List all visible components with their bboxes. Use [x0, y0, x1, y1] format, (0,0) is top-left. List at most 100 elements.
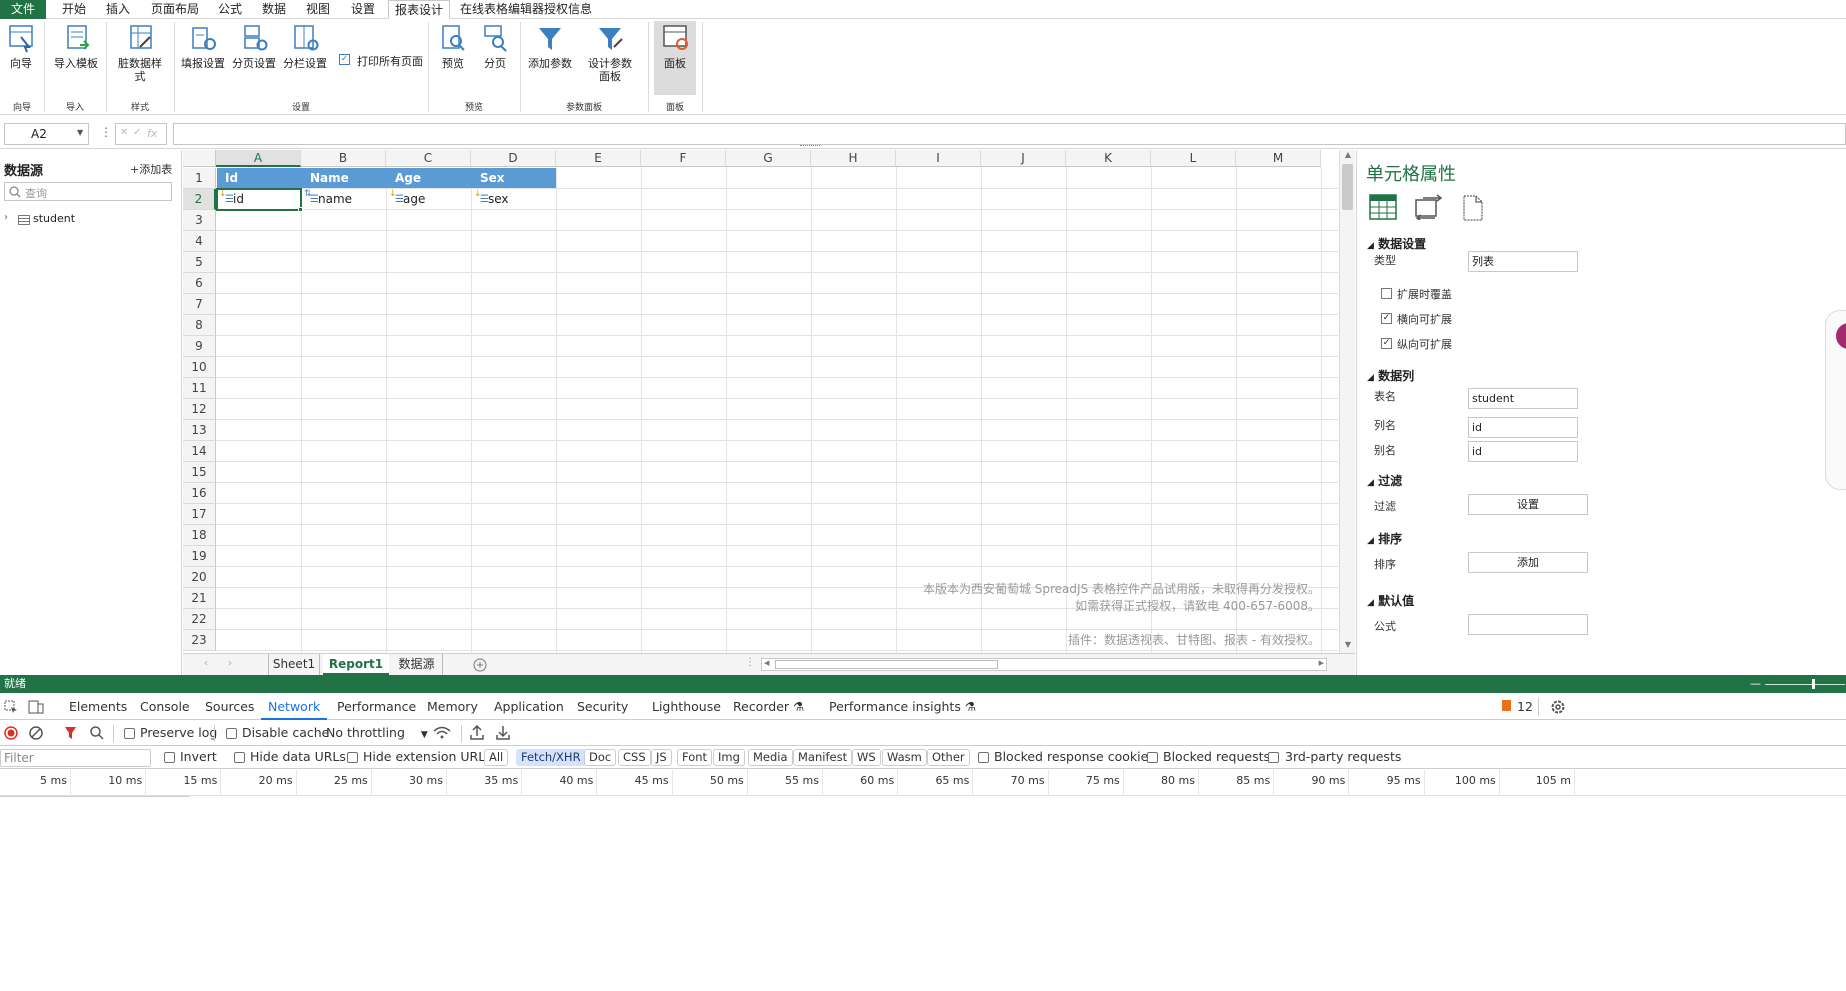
tab-file[interactable]: 文件 [0, 0, 46, 19]
issues-flag-icon[interactable] [1502, 700, 1511, 711]
vertical-scroll-thumb[interactable] [1342, 164, 1353, 210]
tab-insert[interactable]: 插入 [98, 0, 138, 19]
row-header-2[interactable]: 2 [183, 189, 216, 210]
filter-icon[interactable] [64, 726, 77, 740]
prev-sheet-icon[interactable]: ‹ [204, 658, 208, 669]
hide-data-urls-checkbox[interactable] [234, 752, 245, 763]
tab-splitter-handle[interactable]: ⋮ [745, 657, 755, 668]
issues-count[interactable]: 12 [1517, 699, 1533, 714]
blocked-response-cookies-checkbox[interactable] [978, 752, 989, 763]
cell-B1[interactable]: Name [302, 168, 387, 188]
column-header-I[interactable]: I [896, 150, 981, 167]
devtools-tab-recorder[interactable]: Recorder ⚗ [733, 694, 804, 720]
row-header-17[interactable]: 17 [183, 504, 216, 525]
sheet-tab-datasource[interactable]: 数据源 [391, 654, 443, 675]
column-header-A[interactable]: A [216, 150, 301, 167]
checkbox-horizontal-expand[interactable]: ✓ [1381, 313, 1392, 324]
column-header-H[interactable]: H [811, 150, 896, 167]
checkbox-overwrite-on-expand[interactable] [1381, 288, 1392, 299]
filter-settings-button[interactable]: 设置 [1468, 494, 1588, 515]
type-filter-all[interactable]: All [484, 749, 509, 766]
throttling-select[interactable]: No throttling ▼ [326, 725, 428, 740]
row-header-22[interactable]: 22 [183, 609, 216, 630]
network-timeline-overview[interactable]: 5 ms 10 ms 15 ms 20 ms 25 ms 30 ms 35 ms 40 ms 4… [0, 770, 1846, 796]
row-header-19[interactable]: 19 [183, 546, 216, 567]
cell-C1[interactable]: Age [387, 168, 472, 188]
row-header-12[interactable]: 12 [183, 399, 216, 420]
devtools-tab-lighthouse[interactable]: Lighthouse [652, 694, 721, 720]
page-settings-button[interactable]: 分页设置 [231, 23, 277, 70]
devtools-tab-elements[interactable]: Elements [69, 694, 127, 720]
type-filter-img[interactable]: Img [713, 749, 745, 766]
column-header-L[interactable]: L [1151, 150, 1236, 167]
type-filter-manifest[interactable]: Manifest [793, 749, 853, 766]
devtools-tab-performance[interactable]: Performance [337, 694, 416, 720]
devtools-tab-application[interactable]: Application [494, 694, 564, 720]
cell-D1[interactable]: Sex [472, 168, 556, 188]
spreadsheet-grid[interactable]: ABCDEFGHIJKLM 1 2 3 4 5 6 7 8 9 10 11 12 13 14 15 16 17 1… [183, 150, 1338, 653]
type-filter-css[interactable]: CSS [618, 749, 651, 766]
column-name-input[interactable]: id [1468, 417, 1578, 438]
import-har-icon[interactable] [470, 725, 484, 741]
devtools-tab-performance-insights[interactable]: Performance insights ⚗ [829, 694, 976, 720]
blocked-requests-checkbox[interactable] [1147, 752, 1158, 763]
device-toolbar-icon[interactable] [28, 700, 44, 714]
devtools-tab-security[interactable]: Security [577, 694, 628, 720]
wizard-button[interactable]: 向导 [4, 23, 38, 70]
gear-icon[interactable] [1550, 699, 1566, 715]
more-options-icon[interactable]: ⋮ [100, 125, 112, 139]
column-header-D[interactable]: D [471, 150, 556, 167]
horizontal-scrollbar[interactable]: ◀ ▶ [761, 658, 1327, 671]
section-default[interactable]: ◢ 默认值 [1367, 592, 1414, 609]
sheet-tab-report1[interactable]: Report1 [323, 654, 389, 675]
type-filter-media[interactable]: Media [748, 749, 793, 766]
scroll-down-icon[interactable]: ▼ [1341, 640, 1355, 652]
row-header-15[interactable]: 15 [183, 462, 216, 483]
checkbox-vertical-expand[interactable]: ✓ [1381, 338, 1392, 349]
fx-icon[interactable]: fx [147, 127, 157, 140]
type-select[interactable]: 列表 [1468, 251, 1578, 272]
tab-view[interactable]: 视图 [298, 0, 338, 19]
preview-button[interactable]: 预览 [436, 23, 470, 70]
row-header-10[interactable]: 10 [183, 357, 216, 378]
row-header-8[interactable]: 8 [183, 315, 216, 336]
name-box[interactable]: A2 ▼ [4, 123, 89, 145]
invert-checkbox[interactable] [164, 752, 175, 763]
section-data-settings[interactable]: ◢ 数据设置 [1367, 235, 1426, 252]
type-filter-fetch-xhr[interactable]: Fetch/XHR [516, 749, 586, 766]
print-all-checkbox[interactable]: ✓ [339, 54, 350, 65]
cell-A1[interactable]: Id [217, 168, 302, 188]
row-header-7[interactable]: 7 [183, 294, 216, 315]
tab-home[interactable]: 开始 [52, 0, 96, 19]
section-sort[interactable]: ◢ 排序 [1367, 530, 1402, 547]
column-header-K[interactable]: K [1066, 150, 1151, 167]
swap-arrows-icon[interactable] [1413, 194, 1445, 220]
devtools-tab-memory[interactable]: Memory [427, 694, 478, 720]
tree-item-student[interactable]: › student [4, 212, 174, 228]
formula-input[interactable] [173, 123, 1846, 145]
tab-settings[interactable]: 设置 [342, 0, 384, 19]
row-header-6[interactable]: 6 [183, 273, 216, 294]
preserve-log-checkbox[interactable] [124, 728, 135, 739]
dirty-style-button[interactable]: 脏数据样式 [114, 23, 166, 83]
column-header-E[interactable]: E [556, 150, 641, 167]
export-har-icon[interactable] [496, 725, 510, 741]
tab-license-info[interactable]: 在线表格编辑器授权信息 [458, 0, 594, 19]
row-header-1[interactable]: 1 [183, 168, 216, 189]
section-data-column[interactable]: ◢ 数据列 [1367, 367, 1414, 384]
row-header-3[interactable]: 3 [183, 210, 216, 231]
sheet-tab-sheet1[interactable]: Sheet1 [268, 654, 320, 675]
row-header-9[interactable]: 9 [183, 336, 216, 357]
type-filter-ws[interactable]: WS [852, 749, 881, 766]
tab-formula[interactable]: 公式 [210, 0, 250, 19]
row-header-20[interactable]: 20 [183, 567, 216, 588]
next-sheet-icon[interactable]: › [228, 658, 232, 669]
section-filter[interactable]: ◢ 过滤 [1367, 472, 1402, 489]
tab-data[interactable]: 数据 [254, 0, 294, 19]
inspect-element-icon[interactable] [4, 700, 18, 714]
select-all-corner[interactable] [183, 150, 216, 167]
third-party-requests-checkbox[interactable] [1268, 752, 1279, 763]
search-icon[interactable] [90, 726, 104, 740]
type-filter-doc[interactable]: Doc [584, 749, 617, 766]
design-param-panel-button[interactable]: 设计参数面板 [582, 23, 638, 83]
